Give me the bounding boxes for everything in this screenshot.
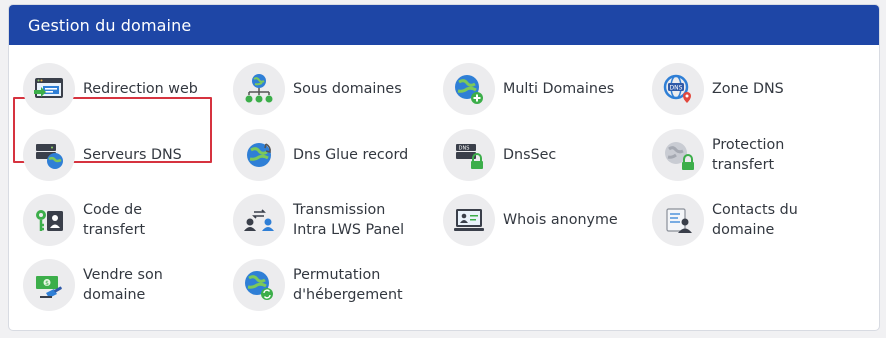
tool-dns-servers[interactable]: Serveurs DNS [23,127,223,183]
tool-label: Transmission Intra LWS Panel [293,202,405,238]
tool-transmission-intra-lws[interactable]: Transmission Intra LWS Panel [233,192,433,248]
hosting-swap-icon [233,259,285,311]
tool-web-redirect[interactable]: Redirection web [23,61,223,117]
tool-label: Code de transfert [83,202,146,238]
tool-multi-domains[interactable]: Multi Domaines [443,61,643,117]
transfer-protection-icon [652,129,704,181]
tool-label: Permutation d'hébergement [293,267,403,303]
panel-title: Gestion du domaine [28,15,192,35]
svg-text:DNS: DNS [459,146,470,152]
tool-label: Protection transfert [712,137,785,173]
subdomains-icon [233,63,285,115]
tool-label: Vendre son domaine [83,267,163,303]
tool-dns-glue-record[interactable]: Dns Glue record [233,127,433,183]
transmission-icon [233,194,285,246]
tool-label: Redirection web [83,81,198,97]
tool-label: Zone DNS [712,81,784,97]
glue-record-icon [233,129,285,181]
tool-whois-anonymous[interactable]: Whois anonyme [443,192,643,248]
sell-domain-icon: $ [23,259,75,311]
transfer-code-icon [23,194,75,246]
tool-label: Contacts du domaine [712,202,798,238]
tool-dns-zone[interactable]: DNS Zone DNS [652,61,852,117]
tool-label: Multi Domaines [503,81,615,97]
domain-management-panel: Gestion du domaine Redirection web Sous … [8,4,880,331]
domain-contacts-icon [652,194,704,246]
tool-label: Dns Glue record [293,147,409,163]
tool-subdomains[interactable]: Sous domaines [233,61,433,117]
dns-servers-icon [23,129,75,181]
web-redirect-icon [23,63,75,115]
svg-text:DNS: DNS [670,85,683,92]
tool-dnssec[interactable]: DNS DnsSec [443,127,643,183]
dnssec-icon: DNS [443,129,495,181]
svg-text:$: $ [45,280,49,287]
tool-transfer-protection[interactable]: Protection transfert [652,127,852,183]
tool-domain-contacts[interactable]: Contacts du domaine [652,192,852,248]
multi-domains-icon [443,63,495,115]
tool-transfer-code[interactable]: Code de transfert [23,192,223,248]
tool-label: DnsSec [503,147,557,163]
panel-header: Gestion du domaine [9,5,879,45]
dns-zone-icon: DNS [652,63,704,115]
whois-anonymous-icon [443,194,495,246]
tool-hosting-swap[interactable]: Permutation d'hébergement [233,257,433,313]
tool-sell-domain[interactable]: $ Vendre son domaine [23,257,223,313]
tool-label: Whois anonyme [503,212,618,228]
tool-label: Serveurs DNS [83,147,182,163]
tool-label: Sous domaines [293,81,402,97]
